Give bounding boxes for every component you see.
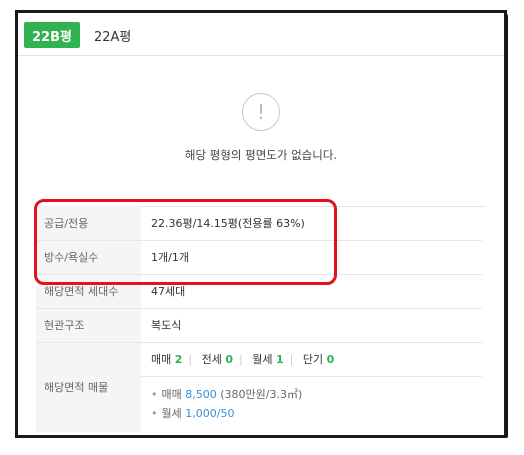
listing-counts: 매매 2 | 전세 0 | 월세 1 | 단기 0 [141, 342, 482, 377]
divider: | [188, 353, 193, 366]
empty-message: 해당 평형의 평면도가 없습니다. [184, 148, 338, 162]
entrance-label: 현관구조 [36, 308, 141, 343]
listing-type-jeonse[interactable]: 전세 [202, 353, 222, 366]
listing-type-short[interactable]: 단기 [303, 353, 323, 366]
sale-type: 매매 [161, 388, 182, 402]
floor-plan-panel: 22B평 22A평 ! 해당 평형의 평면도가 없습니다. 공급/전용 22.3… [15, 10, 507, 438]
rent-price[interactable]: 1,000/50 [185, 407, 234, 420]
listings-label: 해당면적 매물 [36, 342, 141, 432]
listing-count-short[interactable]: 0 [327, 353, 335, 366]
listing-type-sale[interactable]: 매매 [151, 353, 171, 366]
table-row: 해당면적 매물 매매 2 | 전세 0 | 월세 1 | 단기 0 [36, 342, 482, 432]
tab-divider [18, 55, 504, 56]
tab-22b[interactable]: 22B평 [24, 22, 80, 48]
listing-count-monthly[interactable]: 1 [276, 353, 284, 366]
sale-detail: (380만원/3.3㎡) [220, 388, 303, 402]
listing-count-jeonse[interactable]: 0 [225, 353, 233, 366]
divider: | [289, 353, 294, 366]
listing-type-monthly[interactable]: 월세 [252, 353, 272, 366]
table-row: 현관구조 복도식 [36, 308, 482, 343]
rent-listing[interactable]: • 월세 1,000/50 [151, 404, 482, 423]
rent-type: 월세 [161, 407, 182, 421]
empty-floor-plan: ! 해당 평형의 평면도가 없습니다. [18, 93, 504, 163]
area-tabs: 22B평 22A평 [24, 20, 131, 50]
divider: | [239, 353, 243, 366]
bullet-icon: • [151, 388, 158, 402]
sale-listing[interactable]: • 매매 8,500 (380만원/3.3㎡) [151, 385, 482, 404]
tab-22a[interactable]: 22A평 [94, 26, 131, 45]
entrance-value: 복도식 [141, 308, 482, 343]
sale-price[interactable]: 8,500 [185, 388, 217, 401]
exclamation-icon: ! [242, 93, 280, 131]
highlight-box [34, 199, 337, 285]
listing-prices: • 매매 8,500 (380만원/3.3㎡) • 월세 1,000/50 [141, 376, 482, 432]
listing-count-sale[interactable]: 2 [175, 353, 183, 366]
bullet-icon: • [151, 407, 158, 421]
